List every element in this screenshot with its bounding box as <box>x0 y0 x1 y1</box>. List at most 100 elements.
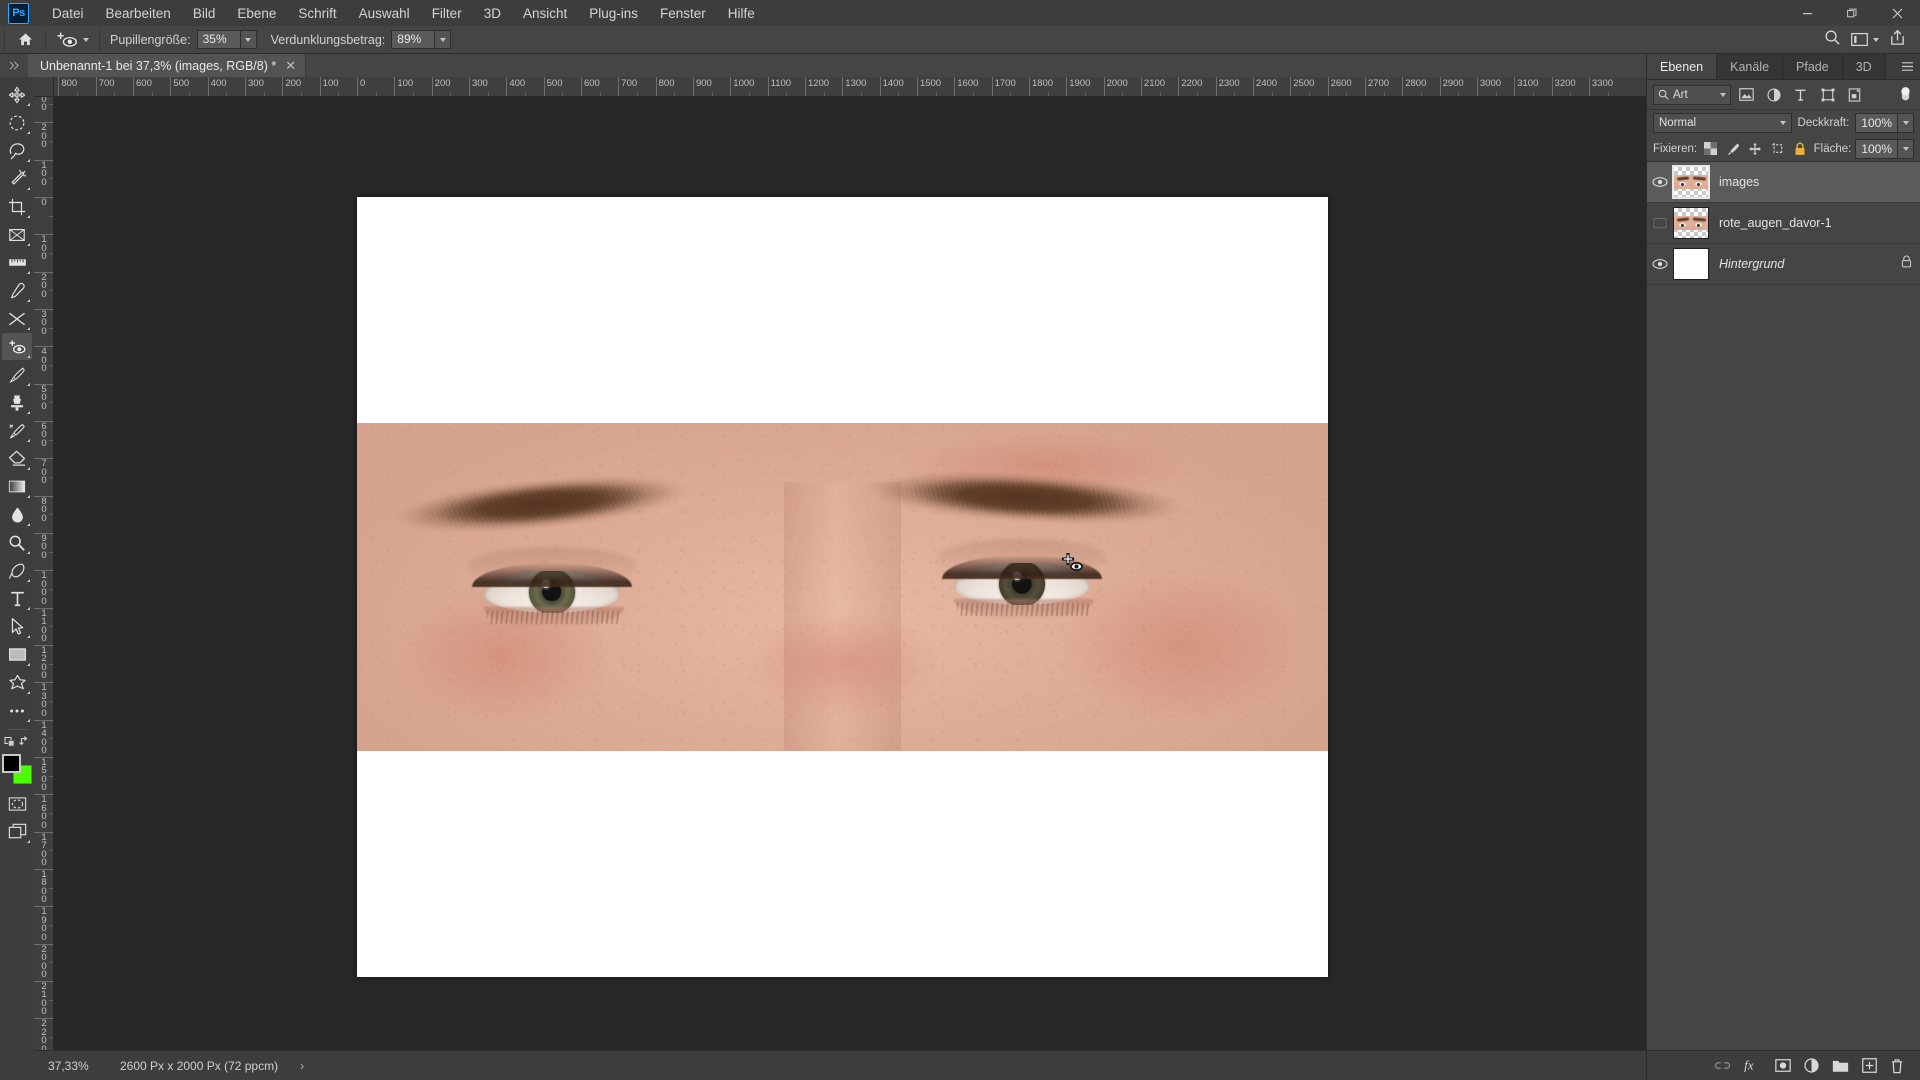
status-expand-icon[interactable]: › <box>300 1059 304 1073</box>
menu-item-filter[interactable]: Filter <box>421 2 473 25</box>
layer-thumbnail-hintergrund[interactable] <box>1673 248 1709 280</box>
menu-item-ebene[interactable]: Ebene <box>226 2 287 25</box>
opacity-input[interactable]: 100% <box>1855 113 1898 133</box>
menu-item-bild[interactable]: Bild <box>182 2 227 25</box>
home-button[interactable] <box>9 26 41 54</box>
fill-caret-icon[interactable] <box>1898 138 1915 159</box>
menu-item-datei[interactable]: Datei <box>41 2 95 25</box>
new-group-icon[interactable] <box>1832 1059 1849 1073</box>
color-swatches[interactable] <box>2 754 32 784</box>
type-filter-icon[interactable] <box>1789 85 1812 105</box>
opacity-caret-icon[interactable] <box>1898 113 1914 133</box>
fill-input[interactable]: 100% <box>1855 138 1899 159</box>
pupil-size-input[interactable]: 35% <box>196 30 241 49</box>
frame-tool[interactable] <box>2 221 32 248</box>
darken-amount-caret-icon[interactable] <box>435 30 452 49</box>
menu-item-schrift[interactable]: Schrift <box>287 2 347 25</box>
layer-name-hintergrund[interactable]: Hintergrund <box>1719 257 1901 271</box>
red-eye-tool[interactable] <box>2 333 32 360</box>
panel-menu-icon[interactable] <box>1894 54 1920 79</box>
menu-item-fenster[interactable]: Fenster <box>649 2 717 25</box>
adjustment-filter-icon[interactable] <box>1762 85 1785 105</box>
move-tool[interactable] <box>2 81 32 108</box>
lock-position-icon[interactable] <box>1746 139 1765 159</box>
document-tab-close-icon[interactable]: ✕ <box>285 59 296 72</box>
left-dock-expand-icon[interactable] <box>0 54 28 77</box>
share-icon[interactable] <box>1889 29 1906 51</box>
tab-pfade[interactable]: Pfade <box>1783 54 1843 79</box>
filter-toggle-icon[interactable] <box>1896 85 1914 105</box>
layer-visibility-toggle-images[interactable] <box>1647 162 1673 203</box>
shape-filter-icon[interactable] <box>1816 85 1839 105</box>
lock-image-pixels-icon[interactable] <box>1724 139 1743 159</box>
eraser-tool[interactable] <box>2 445 32 472</box>
layer-row-images[interactable]: images <box>1647 162 1920 203</box>
image-filter-icon[interactable] <box>1735 85 1758 105</box>
layer-visibility-toggle-rote-augen-davor-1[interactable] <box>1647 203 1673 244</box>
horizontal-ruler[interactable]: 800 700 600 500 400 300 200 100 0 100 200 300 400 500… <box>54 77 1646 97</box>
layer-thumbnail-rote-augen-davor-1[interactable] <box>1673 207 1709 239</box>
custom-shape-tool[interactable] <box>2 669 32 696</box>
blend-mode-select[interactable]: Normal <box>1653 113 1792 133</box>
pupil-size-caret-icon[interactable] <box>240 30 257 49</box>
new-adjustment-layer-icon[interactable] <box>1804 1058 1819 1073</box>
minimize-button[interactable] <box>1785 0 1830 26</box>
healing-brush-tool[interactable] <box>2 305 32 332</box>
elliptical-marquee-tool[interactable] <box>2 109 32 136</box>
smart-object-filter-icon[interactable] <box>1843 85 1866 105</box>
menu-item-auswahl[interactable]: Auswahl <box>348 2 421 25</box>
brush-tool[interactable] <box>2 361 32 388</box>
menu-item-3d[interactable]: 3D <box>473 2 512 25</box>
tool-preset-picker[interactable] <box>50 28 95 52</box>
gradient-tool[interactable] <box>2 473 32 500</box>
menu-item-hilfe[interactable]: Hilfe <box>717 2 766 25</box>
blur-tool[interactable] <box>2 501 32 528</box>
delete-layer-icon[interactable] <box>1890 1058 1904 1074</box>
darken-amount-input[interactable]: 89% <box>391 30 436 49</box>
tab-kanaele[interactable]: Kanäle <box>1717 54 1784 79</box>
link-layers-icon[interactable] <box>1714 1060 1731 1071</box>
lock-transparent-pixels-icon[interactable] <box>1701 139 1720 159</box>
lock-artboard-icon[interactable] <box>1769 139 1788 159</box>
magic-wand-tool[interactable] <box>2 165 32 192</box>
new-layer-icon[interactable] <box>1862 1058 1877 1073</box>
rectangle-tool[interactable] <box>2 641 32 668</box>
layer-thumbnail-images[interactable] <box>1672 165 1710 199</box>
layer-row-hintergrund[interactable]: Hintergrund <box>1647 244 1920 285</box>
history-brush-tool[interactable] <box>2 417 32 444</box>
more-tools[interactable] <box>2 697 32 724</box>
restore-button[interactable] <box>1830 0 1875 26</box>
layer-name-images[interactable]: images <box>1719 175 1912 189</box>
tab-ebenen[interactable]: Ebenen <box>1647 54 1718 79</box>
lock-all-icon[interactable] <box>1791 139 1810 159</box>
filter-kind-select[interactable]: Art <box>1653 84 1731 105</box>
menu-item-ansicht[interactable]: Ansicht <box>512 2 578 25</box>
screen-mode-button[interactable] <box>2 818 32 845</box>
clone-stamp-tool[interactable] <box>2 389 32 416</box>
quick-mask-button[interactable] <box>2 790 32 817</box>
dodge-tool[interactable] <box>2 529 32 556</box>
canvas-area[interactable] <box>54 97 1646 1050</box>
ruler-tool[interactable] <box>2 249 32 276</box>
pen-tool[interactable] <box>2 557 32 584</box>
type-tool[interactable] <box>2 585 32 612</box>
close-button[interactable] <box>1875 0 1920 26</box>
layers-list[interactable]: images rote_augen_davor-1 Hintergrund <box>1647 162 1920 1050</box>
search-icon[interactable] <box>1824 29 1841 51</box>
eyedropper-tool[interactable] <box>2 277 32 304</box>
menu-item-bearbeiten[interactable]: Bearbeiten <box>95 2 182 25</box>
tab-3d[interactable]: 3D <box>1842 54 1886 79</box>
document-canvas[interactable] <box>357 197 1328 977</box>
zoom-level[interactable]: 37,33% <box>34 1059 120 1073</box>
layer-style-fx-icon[interactable]: fx <box>1744 1058 1762 1073</box>
document-tab[interactable]: Unbenannt-1 bei 37,3% (images, RGB/8) * … <box>28 54 307 77</box>
path-selection-tool[interactable] <box>2 613 32 640</box>
menu-item-plugins[interactable]: Plug-ins <box>578 2 649 25</box>
crop-tool[interactable] <box>2 193 32 220</box>
ruler-corner[interactable] <box>34 77 54 97</box>
vertical-ruler[interactable]: 3002001000100200300400500600700800900100… <box>34 97 54 1050</box>
layer-row-rote-augen-davor-1[interactable]: rote_augen_davor-1 <box>1647 203 1920 244</box>
workspace-switcher-icon[interactable] <box>1851 32 1879 47</box>
layer-visibility-toggle-hintergrund[interactable] <box>1647 244 1673 285</box>
foreground-color-swatch[interactable] <box>2 754 21 773</box>
